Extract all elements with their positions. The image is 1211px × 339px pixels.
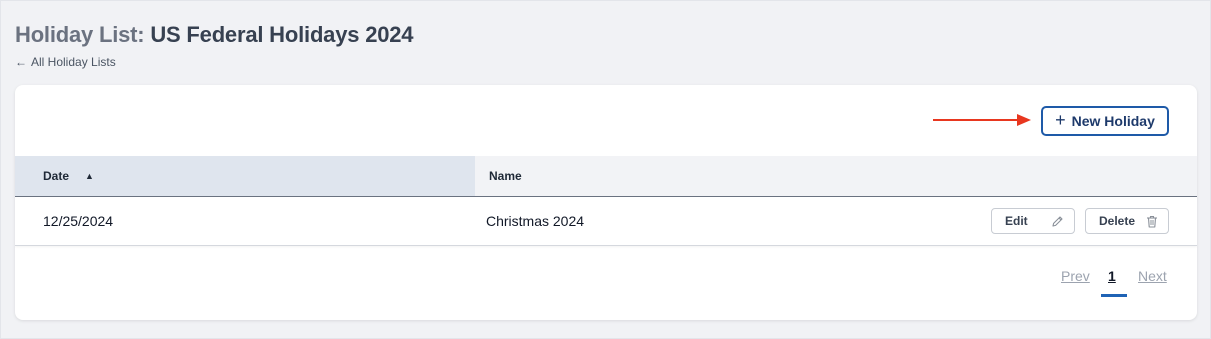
delete-button[interactable]: Delete [1085, 208, 1169, 234]
edit-button[interactable]: Edit [991, 208, 1075, 234]
holiday-table-card: + New Holiday Date ▲ Name 12/25/2024 Chr… [15, 85, 1197, 320]
holiday-name-cell: Christmas 2024 [486, 213, 585, 229]
arrow-left-icon: ← [15, 55, 27, 69]
page-title: Holiday List: US Federal Holidays 2024 [15, 22, 414, 48]
holiday-date-cell: 12/25/2024 [43, 213, 114, 229]
column-header-name[interactable]: Name [489, 156, 789, 196]
column-header-date[interactable]: Date ▲ [15, 156, 475, 196]
pagination-next[interactable]: Next [1138, 268, 1167, 284]
page-title-list-name: US Federal Holidays 2024 [150, 22, 414, 47]
column-header-name-label: Name [489, 169, 522, 183]
table-row: 12/25/2024 Christmas 2024 Edit Delete [15, 197, 1197, 246]
table-header: Date ▲ Name [15, 156, 1197, 197]
new-holiday-label: New Holiday [1071, 113, 1155, 129]
plus-icon: + [1055, 110, 1066, 130]
current-page-indicator [1101, 294, 1127, 297]
column-header-date-label: Date [43, 169, 70, 183]
trash-icon [1146, 215, 1158, 228]
annotation-arrow-icon [933, 114, 1031, 126]
delete-button-label: Delete [1099, 214, 1136, 228]
edit-button-label: Edit [1005, 214, 1028, 228]
pagination-page-current[interactable]: 1 [1108, 268, 1116, 284]
back-to-lists-link[interactable]: ← All Holiday Lists [15, 55, 116, 69]
pagination-prev[interactable]: Prev [1061, 268, 1090, 284]
new-holiday-button[interactable]: + New Holiday [1041, 106, 1169, 136]
back-link-label: All Holiday Lists [31, 55, 116, 69]
sort-ascending-icon: ▲ [85, 171, 94, 181]
pencil-icon [1051, 215, 1064, 228]
page-title-prefix: Holiday List: [15, 22, 145, 47]
